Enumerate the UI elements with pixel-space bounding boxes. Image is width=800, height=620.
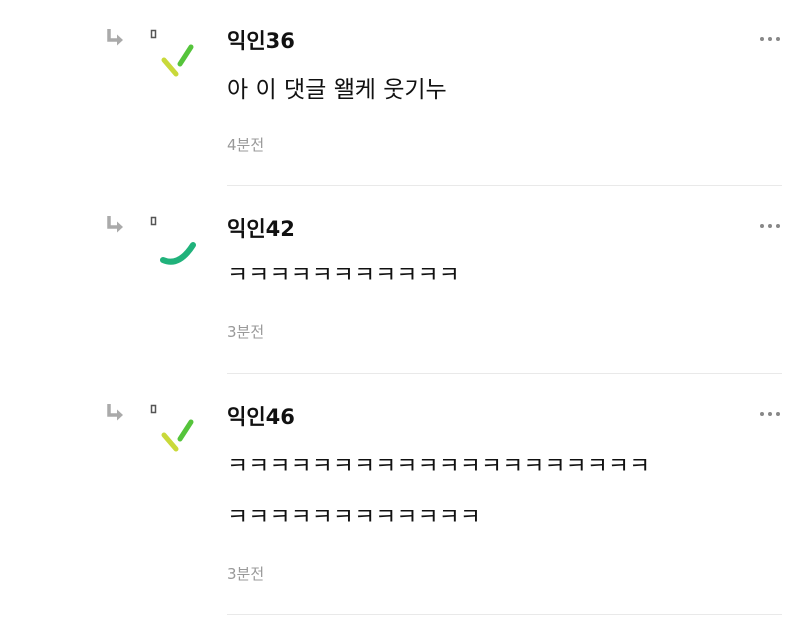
divider bbox=[227, 614, 782, 615]
comment-text: 아 이 댓글 왤케 웃기누 bbox=[227, 77, 447, 103]
avatar-arc bbox=[160, 242, 196, 265]
comment-text: ㅋㅋㅋㅋㅋㅋㅋㅋㅋㅋㅋ bbox=[227, 262, 460, 288]
reply-arrow-icon bbox=[107, 29, 123, 46]
comment-text: ㅋㅋㅋㅋㅋㅋㅋㅋㅋㅋㅋㅋㅋㅋㅋㅋㅋㅋㅋㅋ bbox=[227, 453, 651, 479]
avatar[interactable] bbox=[150, 213, 200, 269]
reply-arrow-icon bbox=[107, 404, 123, 421]
avatar-marker bbox=[150, 404, 157, 414]
comment-text: ㅋㅋㅋㅋㅋㅋㅋㅋㅋㅋㅋㅋ bbox=[227, 504, 481, 530]
avatar-dash bbox=[177, 419, 194, 442]
avatar[interactable] bbox=[150, 401, 200, 457]
comment-item: 익인46 ㅋㅋㅋㅋㅋㅋㅋㅋㅋㅋㅋㅋㅋㅋㅋㅋㅋㅋㅋㅋ ㅋㅋㅋㅋㅋㅋㅋㅋㅋㅋㅋㅋ 3… bbox=[0, 374, 800, 620]
avatar-marker bbox=[150, 29, 157, 39]
nickname[interactable]: 익인46 bbox=[227, 403, 295, 431]
avatar-marker bbox=[150, 216, 157, 226]
timestamp: 3분전 bbox=[227, 323, 265, 341]
avatar[interactable] bbox=[150, 26, 200, 82]
timestamp: 3분전 bbox=[227, 565, 265, 583]
more-options-icon[interactable] bbox=[758, 409, 782, 419]
more-options-icon[interactable] bbox=[758, 34, 782, 44]
avatar-dash bbox=[161, 432, 179, 452]
timestamp: 4분전 bbox=[227, 136, 265, 154]
more-options-icon[interactable] bbox=[758, 221, 782, 231]
nickname[interactable]: 익인42 bbox=[227, 215, 295, 243]
nickname[interactable]: 익인36 bbox=[227, 27, 295, 55]
comment-item: 익인36 아 이 댓글 왤케 웃기누 4분전 bbox=[0, 0, 800, 186]
avatar-dash bbox=[177, 44, 194, 67]
reply-arrow-icon bbox=[107, 216, 123, 233]
comment-item: 익인42 ㅋㅋㅋㅋㅋㅋㅋㅋㅋㅋㅋ 3분전 bbox=[0, 186, 800, 374]
avatar-dash bbox=[161, 57, 179, 77]
